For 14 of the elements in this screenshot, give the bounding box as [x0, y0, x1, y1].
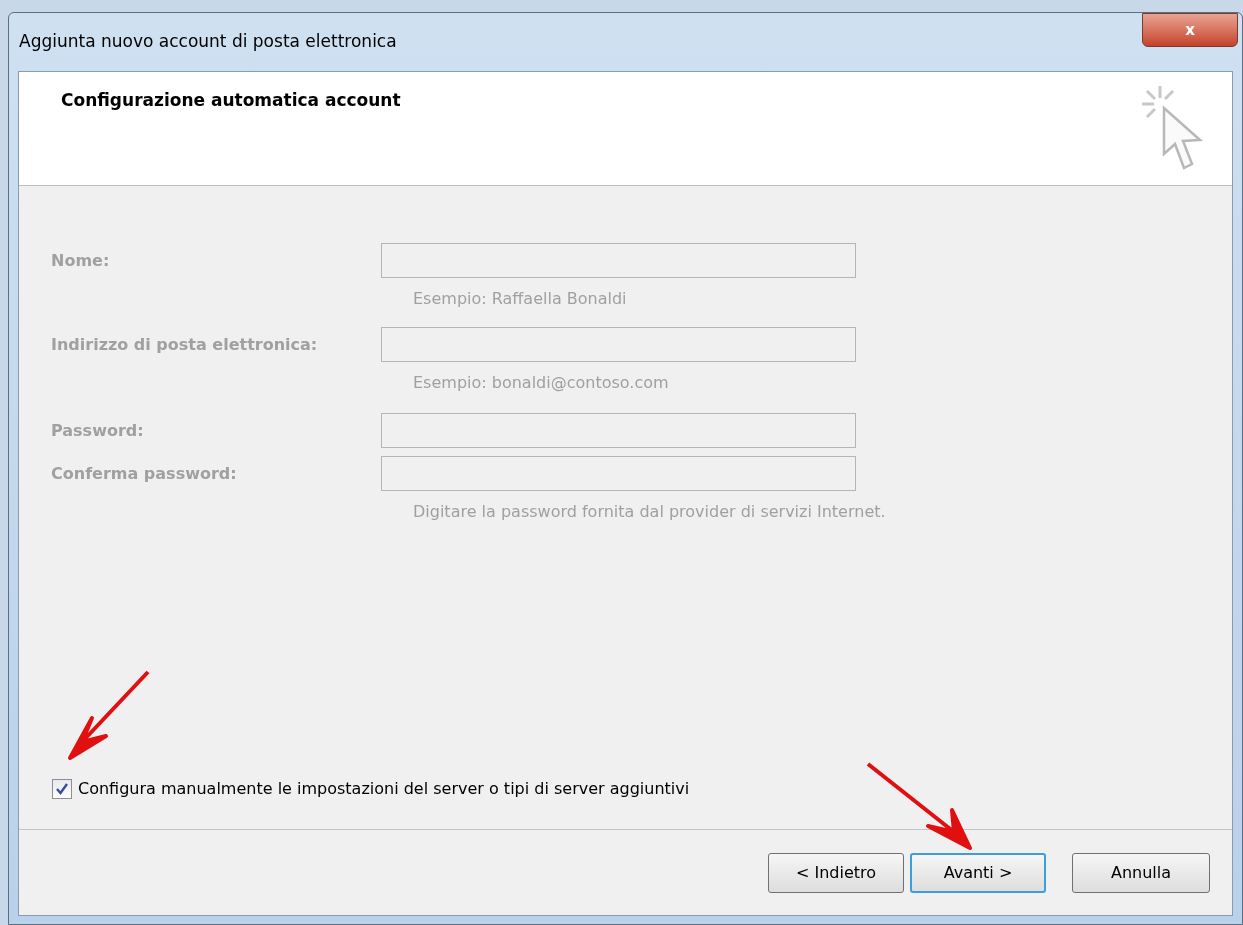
dialog-button[interactable]: < Indietro — [768, 852, 904, 893]
field-label: Nome: — [51, 249, 111, 272]
window-title: Aggiunta nuovo account di posta elettronica — [19, 30, 397, 53]
field-label: Conferma password: — [51, 462, 238, 485]
checkbox-label[interactable]: Configura manualmente le impostazioni del server o tipi di server aggiuntivi — [78, 777, 690, 801]
hint-text: Digitare la password fornita dal provider di servizi Internet. — [413, 501, 887, 523]
hint-text: Esempio: Raffaella Bonaldi — [413, 288, 628, 310]
dialog-button[interactable]: Annulla — [1072, 852, 1210, 893]
checkbox[interactable] — [52, 779, 72, 799]
dialog-button[interactable]: Avanti > — [910, 852, 1046, 893]
field-label: Password: — [51, 419, 145, 442]
field-label: Indirizzo di posta elettronica: — [51, 333, 319, 356]
hint-text: Esempio: bonaldi@contoso.com — [413, 372, 670, 394]
header-title: Configurazione automatica account — [61, 89, 401, 112]
